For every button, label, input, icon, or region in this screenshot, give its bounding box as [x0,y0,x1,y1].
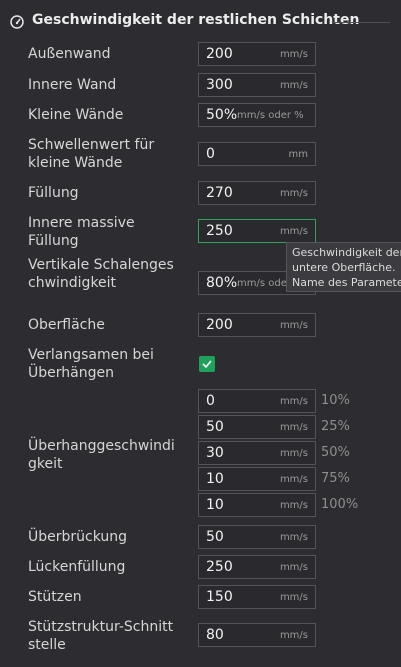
overhang-speed-100-field[interactable]: 10 mm/s [198,493,316,517]
field-unit: mm/s [279,592,308,603]
tooltip-line: Geschwindigkeit der [292,246,401,259]
support-label: Stützen [28,589,82,605]
overhang-pct-label: 10% [321,393,350,408]
overhang-speed-25-field[interactable]: 50 mm/s [198,415,316,439]
field-value: 10 [206,497,224,513]
field-value: 80% [206,275,238,291]
section-title: Geschwindigkeit der restlichen Schichten [32,12,360,28]
field-value: 0 [206,393,215,409]
speedometer-icon [10,14,24,29]
vertical-shell-speed-label: Vertikale Schalengeschwindigkeit [28,257,174,291]
field-unit: mm/s [279,422,308,433]
small-walls-label: Kleine Wände [28,107,124,123]
tooltip: Geschwindigkeit der untere Oberfläche. N… [286,242,401,292]
top-surface-speed-field[interactable]: 200 mm/s [198,313,316,337]
field-value: 30 [206,445,224,461]
overhang-speed-75-field[interactable]: 10 mm/s [198,467,316,491]
gap-fill-label: Lückenfüllung [28,559,126,575]
field-value: 250 [206,559,233,575]
overhang-pct-label: 100% [321,497,359,512]
field-unit: mm/s [279,500,308,511]
internal-solid-infill-label: Innere massive Füllung [28,215,135,249]
overhang-pct-label: 50% [321,445,350,460]
field-value: 200 [206,317,233,333]
inner-wall-label: Innere Wand [28,77,117,93]
overhang-pct-label: 25% [321,419,350,434]
bridge-label: Überbrückung [28,529,128,545]
checkmark-icon [202,360,212,369]
slow-down-overhangs-checkbox[interactable] [199,356,215,372]
small-wall-threshold-field[interactable]: 0 mm [198,142,316,166]
field-value: 150 [206,589,233,605]
field-unit: mm/s [279,49,308,60]
infill-speed-field[interactable]: 270 mm/s [198,181,316,205]
field-value: 0 [206,146,215,162]
field-value: 50 [206,419,224,435]
field-unit: mm/s [279,448,308,459]
header-divider [332,22,390,23]
overhang-speed-50-field[interactable]: 30 mm/s [198,441,316,465]
field-unit: mm/s [279,188,308,199]
top-surface-label: Oberfläche [28,317,105,333]
field-unit: mm/s [279,630,308,641]
outer-wall-label: Außenwand [28,46,111,62]
tooltip-line: untere Oberfläche. [292,261,396,274]
field-unit: mm/s [279,80,308,91]
section-header: Geschwindigkeit der restlichen Schichten [10,12,391,32]
field-unit: mm/s [279,396,308,407]
field-value: 250 [206,223,233,239]
slow-down-overhangs-label: Verlangsamen bei Überhängen [28,347,154,381]
small-walls-speed-field[interactable]: 50% mm/s oder % [198,103,316,127]
field-unit: mm/s [279,532,308,543]
tooltip-line: Name des Parameter [292,276,401,289]
infill-label: Füllung [28,185,79,201]
field-value: 10 [206,471,224,487]
field-unit: mm/s [279,474,308,485]
field-unit: mm/s [279,320,308,331]
gap-fill-speed-field[interactable]: 250 mm/s [198,555,316,579]
field-value: 50 [206,529,224,545]
support-interface-label: Stützstruktur-Schnittstelle [28,619,174,653]
overhang-speed-10-field[interactable]: 0 mm/s [198,389,316,413]
inner-wall-speed-field[interactable]: 300 mm/s [198,73,316,97]
support-interface-speed-field[interactable]: 80 mm/s [198,623,316,647]
field-value: 50% [206,107,238,123]
field-unit: mm/s [279,562,308,573]
field-unit: mm/s [279,226,308,237]
bridge-speed-field[interactable]: 50 mm/s [198,525,316,549]
small-wall-threshold-label: Schwellenwert für kleine Wände [28,137,155,171]
outer-wall-speed-field[interactable]: 200 mm/s [198,42,316,66]
internal-solid-infill-speed-field[interactable]: 250 mm/s [198,219,316,243]
field-value: 200 [206,46,233,62]
overhang-pct-label: 75% [321,471,350,486]
field-unit: mm [288,149,308,160]
support-speed-field[interactable]: 150 mm/s [198,585,316,609]
field-value: 80 [206,627,224,643]
field-value: 300 [206,77,233,93]
field-value: 270 [206,185,233,201]
overhang-speed-label: Überhanggeschwindigkeit [28,438,175,472]
field-unit: mm/s oder % [237,110,304,121]
